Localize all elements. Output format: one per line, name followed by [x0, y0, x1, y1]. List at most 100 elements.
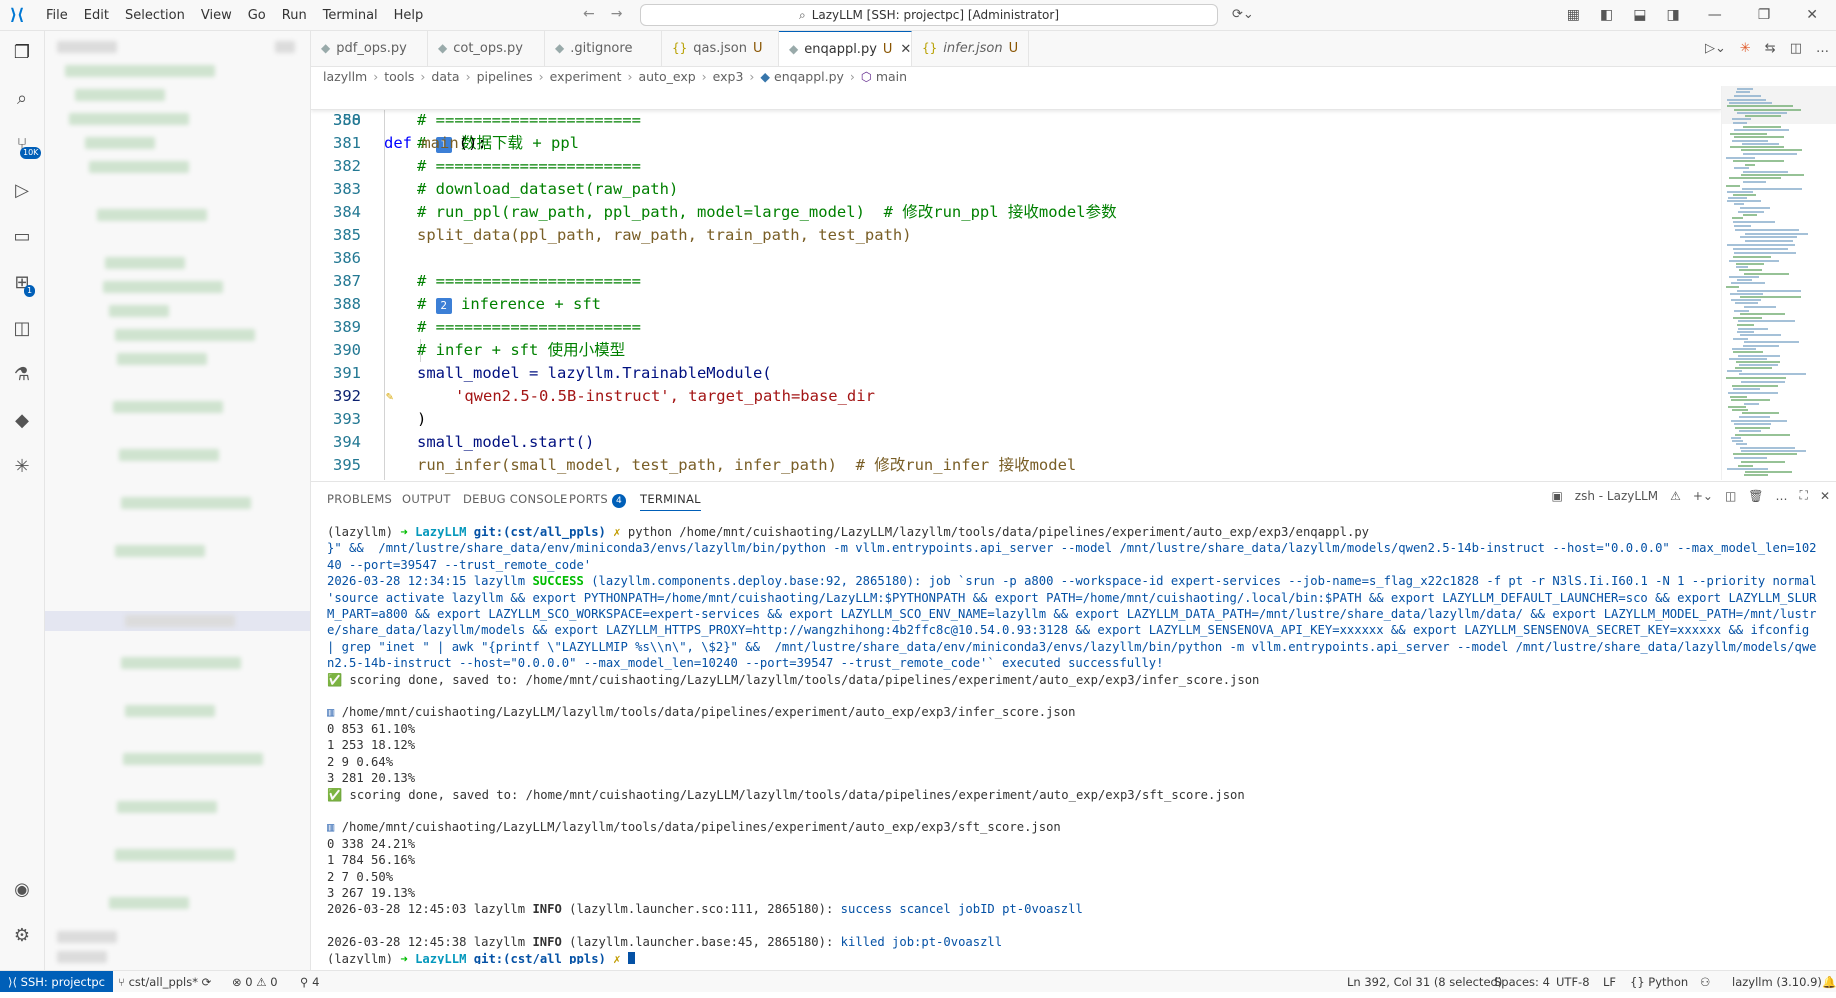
close-tab-icon[interactable]: ✕: [900, 42, 911, 57]
breadcrumb-item[interactable]: lazyllm: [323, 69, 367, 84]
command-center-search[interactable]: ⌕ LazyLLM [SSH: projectpc] [Administrato…: [640, 4, 1218, 26]
run-debug-icon[interactable]: ▷: [10, 179, 34, 203]
code-text: # ======================: [417, 111, 641, 129]
breadcrumb-item[interactable]: pipelines: [477, 69, 533, 84]
menu-terminal[interactable]: Terminal: [315, 8, 386, 23]
breadcrumb-item[interactable]: tools: [384, 69, 414, 84]
tab-qas-json[interactable]: {} qas.json U: [662, 31, 779, 66]
sync-icon: ⟳: [201, 975, 212, 989]
indentation[interactable]: Spaces: 4: [1494, 971, 1550, 993]
maximize-panel-icon[interactable]: ⛶: [1794, 488, 1814, 503]
breadcrumb-item[interactable]: enqappl.py: [774, 69, 844, 84]
tab-ports[interactable]: PORTS 4: [569, 492, 626, 508]
split-terminal-icon[interactable]: ◫: [1719, 489, 1742, 503]
breadcrumb-item[interactable]: exp3: [713, 69, 744, 84]
copilot-icon[interactable]: ⟳⌄: [1232, 7, 1254, 22]
close-window-icon[interactable]: ✕: [1788, 7, 1836, 23]
tab-debug-console[interactable]: DEBUG CONSOLE: [463, 492, 568, 506]
explorer-icon[interactable]: ❐: [10, 41, 34, 65]
tab-infer-json[interactable]: {} infer.json U: [912, 31, 1029, 66]
remote-indicator[interactable]: ⟩⟨ SSH: projectpc: [0, 971, 113, 993]
blurred-item: [117, 353, 207, 365]
close-panel-icon[interactable]: ✕: [1814, 489, 1836, 503]
minimap[interactable]: [1721, 86, 1836, 480]
tab-enqappl[interactable]: ◆ enqappl.py U ✕: [779, 31, 912, 66]
kill-terminal-icon[interactable]: 🗑: [1742, 489, 1769, 503]
end-of-line[interactable]: LF: [1603, 971, 1616, 993]
breadcrumb-item[interactable]: experiment: [550, 69, 622, 84]
notifications-icon[interactable]: 🔔: [1822, 971, 1836, 993]
blurred-item: [125, 615, 235, 627]
minimap-line: [1734, 225, 1751, 227]
copilot-status-icon[interactable]: ⚇: [1700, 971, 1710, 993]
python-icon[interactable]: ◆: [10, 409, 34, 433]
chat-icon[interactable]: ◫: [10, 317, 34, 341]
tab-cot-ops[interactable]: ◆ cot_ops.py: [428, 31, 545, 66]
layout-customize-icon[interactable]: ▦: [1557, 7, 1590, 23]
warning-icon[interactable]: ⚠: [1664, 489, 1687, 503]
tab-output[interactable]: OUTPUT: [402, 492, 451, 506]
minimap-line: [1729, 177, 1781, 179]
code-text: # 2 inference + sft: [417, 295, 601, 314]
extension-action-icon[interactable]: ✳: [1733, 41, 1758, 56]
menu-edit[interactable]: Edit: [76, 8, 117, 23]
sticky-scroll-header[interactable]: 358 def main():: [311, 86, 1721, 152]
settings-gear-icon[interactable]: ⚙: [10, 924, 34, 948]
menu-go[interactable]: Go: [240, 8, 274, 23]
search-view-icon[interactable]: ⌕: [10, 87, 34, 111]
restore-icon[interactable]: ❐: [1740, 7, 1789, 23]
toggle-panel-icon[interactable]: ⬓: [1623, 7, 1656, 23]
encoding[interactable]: UTF-8: [1556, 971, 1590, 993]
menu-selection[interactable]: Selection: [117, 8, 193, 23]
breadcrumb-item[interactable]: auto_exp: [638, 69, 695, 84]
tab-problems[interactable]: PROBLEMS: [327, 492, 392, 506]
keycap-emoji: 2: [435, 298, 452, 314]
forward-arrow-icon[interactable]: →: [611, 6, 623, 22]
menu-file[interactable]: File: [38, 8, 76, 23]
compare-icon[interactable]: ⇆: [1758, 41, 1783, 56]
toggle-secondary-sidebar-icon[interactable]: ◨: [1656, 7, 1689, 23]
testing-icon[interactable]: ⚗: [10, 363, 34, 387]
tab-pdf-ops[interactable]: ◆ pdf_ops.py: [311, 31, 428, 66]
toggle-sidebar-icon[interactable]: ◧: [1590, 7, 1623, 23]
blurred-item: [89, 161, 189, 173]
blurred-item: [105, 257, 185, 269]
ports-indicator[interactable]: ⚲ 4: [300, 971, 319, 993]
menu-run[interactable]: Run: [274, 8, 315, 23]
account-icon[interactable]: ◉: [10, 878, 34, 902]
minimize-icon[interactable]: —: [1690, 7, 1740, 23]
ai-extension-icon[interactable]: ✳: [10, 455, 34, 479]
back-arrow-icon[interactable]: ←: [583, 6, 595, 22]
blurred-item: [109, 897, 189, 909]
tab-gitignore[interactable]: ◆ .gitignore: [545, 31, 662, 66]
lightbulb-icon[interactable]: ✎: [386, 385, 393, 408]
blurred-item: [57, 931, 117, 943]
terminal-name[interactable]: zsh - LazyLLM: [1569, 489, 1664, 503]
line-number: 384: [333, 203, 361, 221]
minimap-line: [1727, 370, 1742, 372]
more-actions-icon[interactable]: …: [1809, 41, 1836, 56]
breadcrumb-item[interactable]: main: [876, 69, 907, 84]
minimap-line: [1744, 341, 1799, 343]
code-editor[interactable]: 358 def main(): 380 # ===================…: [311, 86, 1721, 480]
cursor-position[interactable]: Ln 392, Col 31 (8 selected): [1347, 971, 1502, 993]
problems-indicator[interactable]: ⊗ 0 ⚠ 0: [232, 971, 278, 993]
run-file-icon[interactable]: ▷⌄: [1698, 41, 1733, 56]
blurred-item: [103, 281, 223, 293]
tab-terminal[interactable]: TERMINAL: [640, 492, 701, 511]
breadcrumb-item[interactable]: data: [431, 69, 459, 84]
split-editor-icon[interactable]: ◫: [1783, 41, 1809, 56]
extensions-icon[interactable]: ⊞ 1: [10, 271, 36, 297]
branch-indicator[interactable]: ⑂ cst/all_ppls* ⟳: [118, 971, 211, 993]
remote-label: SSH: projectpc: [20, 975, 105, 989]
terminal-output[interactable]: (lazyllm) ➜ LazyLLM git:(cst/all_ppls) ✗…: [327, 524, 1817, 964]
more-icon[interactable]: …: [1770, 489, 1794, 503]
language-mode[interactable]: {} Python: [1630, 971, 1688, 993]
remote-explorer-icon[interactable]: ▭: [10, 225, 34, 249]
menu-view[interactable]: View: [193, 8, 240, 23]
menu-help[interactable]: Help: [386, 8, 432, 23]
python-interpreter[interactable]: lazyllm (3.10.9): [1732, 971, 1822, 993]
new-terminal-icon[interactable]: +⌄: [1687, 489, 1719, 503]
source-control-icon[interactable]: ⑂ 10K: [10, 133, 42, 159]
